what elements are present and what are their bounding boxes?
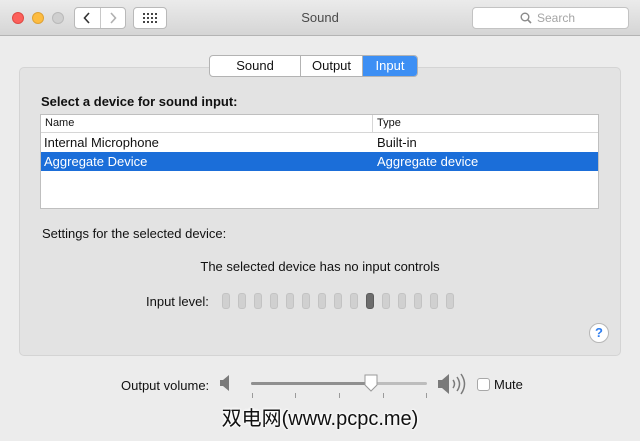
no-input-controls-message: The selected device has no input control… <box>200 259 440 274</box>
slider-tick <box>426 393 427 398</box>
search-field[interactable] <box>472 7 629 29</box>
tab-bar: Sound Effects Output Input <box>209 55 418 77</box>
device-name: Aggregate Device <box>44 154 148 169</box>
input-level-segment <box>238 293 246 309</box>
input-level-label: Input level: <box>146 294 209 309</box>
input-level-segment <box>286 293 294 309</box>
minimize-window-button[interactable] <box>32 12 44 24</box>
device-type: Built-in <box>377 135 417 150</box>
input-level-segment <box>398 293 406 309</box>
column-header-name[interactable]: Name <box>41 115 373 132</box>
title-bar: Sound <box>0 0 640 36</box>
help-button[interactable]: ? <box>589 323 609 343</box>
chevron-right-icon <box>110 12 117 24</box>
input-level-segment <box>270 293 278 309</box>
input-level-segment <box>366 293 374 309</box>
input-level-segment <box>382 293 390 309</box>
slider-fill <box>251 382 371 385</box>
input-level-meter <box>222 293 454 309</box>
table-row[interactable]: Internal Microphone Built-in <box>41 133 598 152</box>
search-icon <box>520 12 532 24</box>
speaker-low-icon <box>220 375 229 391</box>
tab-sound-effects[interactable]: Sound Effects <box>210 56 301 76</box>
settings-label: Settings for the selected device: <box>42 226 227 241</box>
mute-checkbox[interactable] <box>477 378 490 391</box>
chevron-left-icon <box>83 12 90 24</box>
slider-tick <box>383 393 384 398</box>
device-name: Internal Microphone <box>44 135 159 150</box>
close-window-button[interactable] <box>12 12 24 24</box>
slider-tick <box>339 393 340 398</box>
input-level-segment <box>414 293 422 309</box>
table-header: Name Type <box>41 115 598 133</box>
back-button[interactable] <box>75 8 100 28</box>
slider-tick <box>252 393 253 398</box>
watermark-text: 双电网(www.pcpc.me) <box>221 408 419 430</box>
input-level-segment <box>222 293 230 309</box>
mute-label: Mute <box>494 377 523 392</box>
back-forward-control <box>74 7 126 29</box>
device-table: Name Type Internal Microphone Built-in A… <box>40 114 599 209</box>
output-volume-label: Output volume: <box>121 378 210 393</box>
input-level-segment <box>350 293 358 309</box>
slider-tick <box>295 393 296 398</box>
slider-thumb[interactable] <box>364 374 378 392</box>
zoom-window-button[interactable] <box>52 12 64 24</box>
tab-input[interactable]: Input <box>363 56 417 76</box>
input-level-segment <box>302 293 310 309</box>
mute-control[interactable]: Mute <box>477 377 523 392</box>
input-level-segment <box>334 293 342 309</box>
show-all-button[interactable] <box>133 7 167 29</box>
output-volume-slider[interactable] <box>249 372 429 402</box>
sound-pane <box>19 67 621 356</box>
search-input[interactable] <box>537 11 581 25</box>
table-row-selected[interactable]: Aggregate Device Aggregate device <box>41 152 598 171</box>
input-level-segment <box>430 293 438 309</box>
column-header-type[interactable]: Type <box>373 115 401 132</box>
input-level-segment <box>318 293 326 309</box>
speaker-high-icon <box>438 373 466 395</box>
device-type: Aggregate device <box>377 154 479 169</box>
forward-button[interactable] <box>99 8 126 28</box>
device-list-heading: Select a device for sound input: <box>41 94 238 109</box>
input-level-segment <box>254 293 262 309</box>
tab-output[interactable]: Output <box>301 56 363 76</box>
input-level-segment <box>446 293 454 309</box>
show-all-grid-icon <box>143 13 157 23</box>
